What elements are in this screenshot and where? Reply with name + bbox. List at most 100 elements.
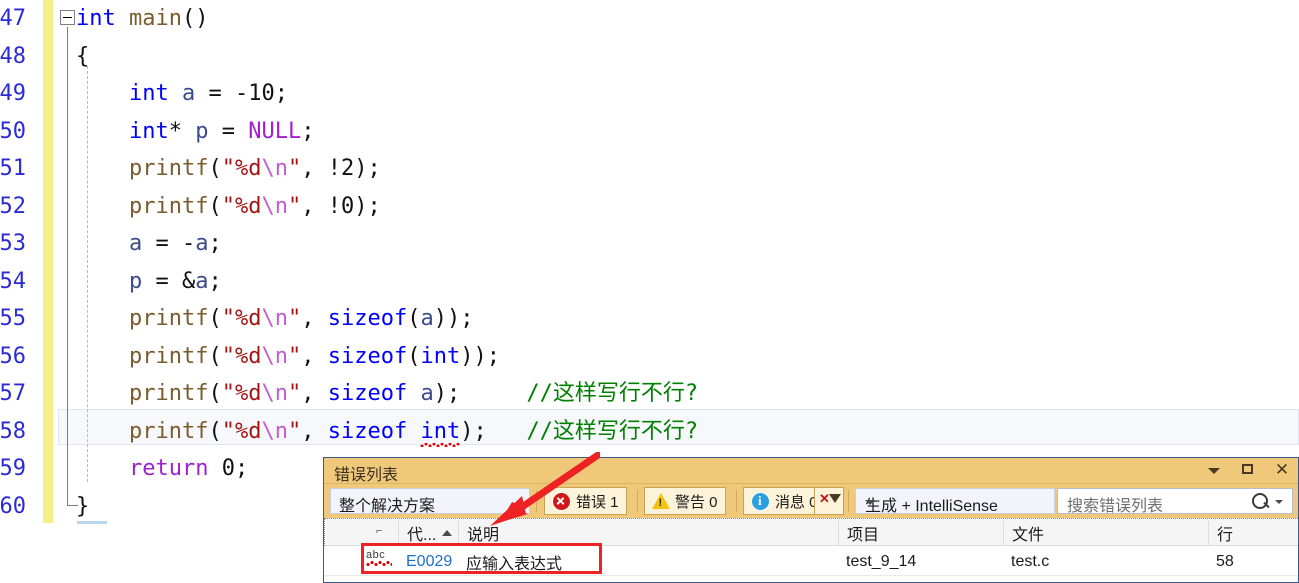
token-keyword-sizeof: sizeof	[327, 343, 408, 369]
line-number: 49	[0, 81, 26, 106]
token-var-a: a	[181, 81, 196, 106]
token-var-a: a	[195, 231, 209, 256]
token-keyword-int: int	[420, 343, 461, 369]
line-number: 56	[0, 343, 26, 369]
outline-vertical-line	[67, 27, 68, 505]
chevron-down-icon[interactable]	[1204, 460, 1224, 480]
token-string: "%d	[221, 343, 262, 369]
code-line-47: int main()	[76, 6, 209, 31]
build-filter-value: 生成 + IntelliSense	[865, 498, 998, 515]
token-escape: \n	[261, 381, 288, 406]
token-string: "%d	[221, 306, 262, 331]
token-function-printf: printf	[128, 306, 209, 331]
token-keyword-int: int	[76, 6, 116, 31]
code-line-60: }	[76, 493, 90, 519]
token-var-p: p	[195, 118, 209, 144]
close-icon[interactable]: ✕	[1272, 460, 1292, 480]
token-function-printf: printf	[128, 156, 209, 181]
column-header-file-label: 文件	[1012, 527, 1045, 544]
column-header-file[interactable]: 文件	[1003, 521, 1178, 545]
error-list-toolbar[interactable]: 整个解决方案 错误 1 警告 0 消息 0 ✕ 生成 + IntelliSens…	[324, 484, 1298, 518]
errors-filter-button[interactable]: 错误 1	[544, 487, 627, 515]
abc-icon-text: abc	[366, 549, 386, 561]
column-header-line[interactable]: 行	[1208, 521, 1268, 545]
panel-title-bar[interactable]: 错误列表 ✕	[324, 458, 1298, 484]
panel-window-controls[interactable]: ✕	[1204, 460, 1292, 480]
warnings-filter-button[interactable]: 警告 0	[644, 487, 726, 515]
token-var-a: a	[128, 231, 143, 256]
token-keyword-int-error: int	[420, 418, 461, 444]
token-string-close: "	[287, 306, 302, 331]
line-number-gutter: 47 48 49 50 51 52 53 54 55 56 57 58 59 6…	[0, 0, 40, 583]
code-comment: //这样写行不行?	[526, 418, 699, 444]
error-grid-header[interactable]: ⌐ 代... 说明 项目 文件 行	[324, 518, 1298, 546]
messages-count-label: 消息 0	[775, 493, 818, 511]
token-keyword-int: int	[128, 118, 169, 144]
token-function-printf: printf	[128, 343, 209, 369]
token-escape: \n	[261, 156, 288, 181]
search-input[interactable]: 搜索错误列表	[1057, 488, 1293, 515]
code-line-57: printf("%d\n", sizeof a); //这样写行不行?	[128, 381, 699, 406]
warning-icon	[652, 493, 670, 509]
code-line-56: printf("%d\n", sizeof(int));	[128, 343, 500, 369]
severity-column-icon: ⌐	[376, 525, 383, 537]
code-line-58: printf("%d\n", sizeof int); //这样写行不行?	[128, 418, 699, 444]
intellisense-error-icon: abc	[366, 549, 394, 572]
token-string-close: "	[287, 343, 302, 369]
line-number: 57	[0, 381, 26, 406]
line-number: 58	[0, 418, 26, 444]
column-header-code-label: 代...	[407, 527, 437, 544]
column-header-code[interactable]: 代...	[398, 521, 458, 545]
change-indicator-bar	[43, 0, 53, 523]
line-number: 50	[0, 118, 26, 144]
panel-title-text: 错误列表	[334, 467, 399, 484]
line-number: 60	[0, 493, 26, 519]
token-function-printf: printf	[128, 418, 209, 444]
abc-icon-squiggle	[366, 561, 392, 566]
clear-filter-button[interactable]: ✕	[814, 487, 844, 515]
code-line-52: printf("%d\n", !0);	[128, 193, 381, 219]
token-var-p: p	[128, 268, 143, 294]
token-string-close: "	[287, 156, 302, 181]
chevron-down-icon	[865, 500, 875, 505]
token-string: "%d	[221, 418, 262, 444]
table-row[interactable]: abc E0029 应输入表达式 test_9_14 test.c 58	[324, 546, 1298, 576]
token-escape: \n	[261, 306, 288, 331]
maximize-icon[interactable]	[1238, 460, 1258, 480]
token-string: "%d	[221, 193, 262, 219]
code-line-48: {	[76, 43, 90, 69]
grid-empty-area	[324, 576, 1298, 582]
code-line-59: return 0;	[128, 456, 249, 481]
chevron-down-icon[interactable]	[1275, 500, 1283, 504]
code-line-49: int a = -10;	[128, 81, 288, 106]
cell-project: test_9_14	[846, 553, 917, 570]
build-filter-dropdown[interactable]: 生成 + IntelliSense	[855, 488, 1055, 515]
line-number: 53	[0, 231, 26, 256]
collapse-outline-icon[interactable]	[60, 10, 75, 25]
error-list-panel[interactable]: 错误列表 ✕ 整个解决方案 错误 1 警告 0 消息 0 ✕	[323, 457, 1299, 583]
scope-dropdown[interactable]: 整个解决方案	[330, 488, 530, 515]
line-number: 47	[0, 6, 26, 31]
token-string: "%d	[221, 381, 262, 406]
sort-ascending-icon	[442, 530, 453, 536]
funnel-icon	[829, 494, 841, 503]
warnings-count-label: 警告 0	[675, 493, 718, 511]
scope-dropdown-value: 整个解决方案	[339, 498, 436, 515]
column-header-description[interactable]: 说明	[458, 521, 838, 545]
cell-code[interactable]: E0029	[406, 550, 452, 574]
column-header-description-label: 说明	[467, 527, 500, 544]
token-string-close: "	[287, 381, 302, 406]
token-const-null: NULL	[248, 118, 302, 144]
column-header-project[interactable]: 项目	[838, 521, 1003, 545]
line-number: 51	[0, 156, 26, 181]
token-escape: \n	[261, 343, 288, 369]
token-keyword-return: return	[128, 456, 209, 481]
token-var-a: a	[420, 306, 434, 331]
token-var-a: a	[195, 268, 209, 294]
cell-file: test.c	[1011, 553, 1050, 570]
line-number: 59	[0, 456, 26, 481]
code-line-55: printf("%d\n", sizeof(a));	[128, 306, 474, 331]
line-number: 55	[0, 306, 26, 331]
search-icon[interactable]	[1252, 493, 1268, 509]
token-number-2: 2	[340, 156, 355, 181]
